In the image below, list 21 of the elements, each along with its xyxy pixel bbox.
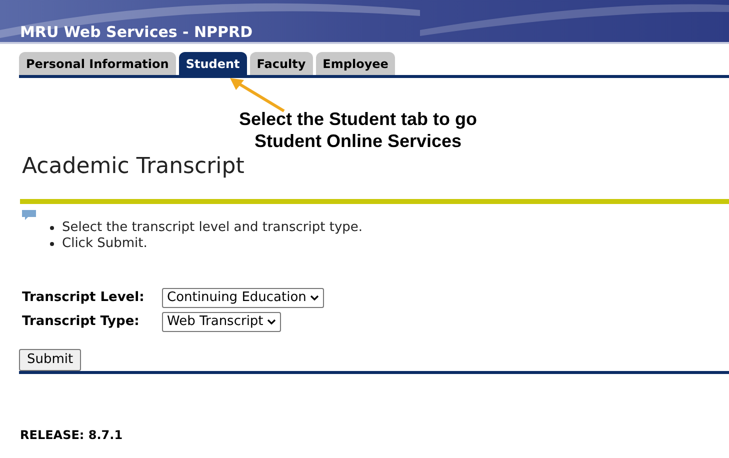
field-label: Transcript Level:: [22, 289, 146, 308]
chevron-icon: [267, 319, 276, 325]
nav-tab[interactable]: Student: [178, 52, 247, 75]
annotation-text: Select the Student tab to go: [238, 108, 477, 130]
nav-tab[interactable]: Personal Information: [19, 52, 176, 75]
bullet-icon: [50, 242, 54, 246]
speech-bubble-icon: [22, 210, 36, 220]
submit-button[interactable]: Submit: [19, 348, 82, 371]
dropdown[interactable]: Web Transcript: [162, 312, 282, 332]
release-label: RELEASE: 8.7.1: [20, 428, 123, 442]
nav-tab[interactable]: Faculty: [250, 52, 313, 75]
bullet-icon: [50, 226, 54, 230]
nav-tab[interactable]: Employee: [316, 52, 396, 75]
site-title: MRU Web Services - NPPRD: [20, 25, 253, 40]
instruction-text: Click Submit.: [62, 236, 148, 252]
chevron-icon: [310, 295, 320, 301]
field-label: Transcript Type:: [22, 313, 140, 332]
page-title: Academic Transcript: [22, 154, 244, 179]
dropdown[interactable]: Continuing Education: [162, 288, 324, 308]
annotation-text: Student Online Services: [254, 130, 462, 152]
instruction-text: Select the transcript level and transcript type.: [62, 220, 363, 236]
